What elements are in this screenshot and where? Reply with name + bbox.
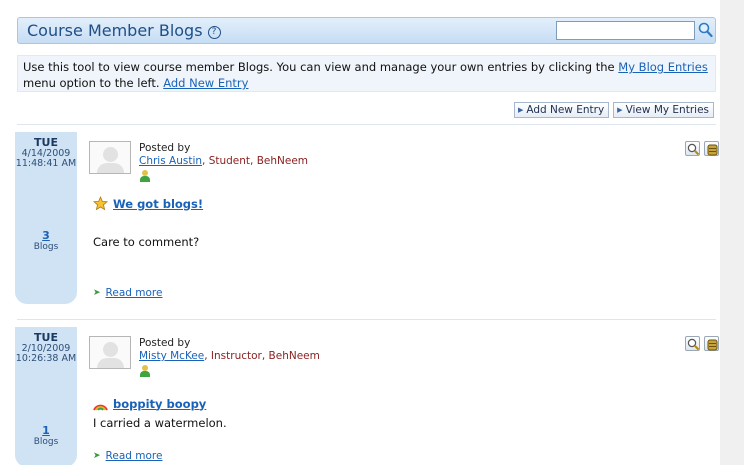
author-link[interactable]: Chris Austin — [139, 155, 202, 167]
blog-count-label: Blogs — [33, 242, 59, 252]
view-icon[interactable] — [685, 336, 700, 351]
entry-day: TUE — [34, 136, 58, 149]
author-link[interactable]: Misty McKee — [139, 350, 204, 362]
blog-entry: TUE 4/14/2009 11:48:41 AM 3 Blogs Posted… — [15, 132, 719, 304]
scrollbar[interactable] — [720, 0, 744, 465]
author-info: Misty McKee, Instructor, BehNeem — [139, 350, 320, 362]
arrow-right-icon: ➤ — [93, 451, 101, 461]
help-icon[interactable]: ? — [207, 26, 221, 39]
entry-title-link[interactable]: We got blogs! — [113, 197, 203, 211]
read-more-link[interactable]: Read more — [106, 287, 163, 299]
posted-by-label: Posted by — [139, 142, 191, 154]
page-header: Course Member Blogs? — [17, 17, 716, 44]
entry-time: 11:48:41 AM — [15, 158, 77, 169]
view-my-entries-button[interactable]: ▶ View My Entries — [613, 102, 714, 118]
intro-text: Use this tool to view course member Blog… — [17, 55, 716, 92]
add-new-entry-button[interactable]: ▶ Add New Entry — [513, 102, 610, 118]
add-new-entry-link[interactable]: Add New Entry — [163, 76, 248, 90]
user-icon — [140, 170, 150, 182]
avatar — [89, 336, 131, 369]
intro-text-part: Use this tool to view course member Blog… — [23, 60, 619, 74]
read-more-row: ➤ Read more — [93, 287, 162, 299]
avatar — [89, 141, 131, 174]
read-more-row: ➤ Read more — [93, 450, 162, 462]
entry-body: Care to comment? — [93, 235, 200, 249]
page-title: Course Member Blogs? — [27, 21, 221, 40]
entry-date-panel: TUE 2/10/2009 10:26:38 AM 1 Blogs — [15, 327, 77, 465]
page-title-text: Course Member Blogs — [27, 21, 203, 40]
read-more-link[interactable]: Read more — [106, 450, 163, 462]
my-blog-entries-link[interactable]: My Blog Entries — [618, 60, 708, 74]
entry-title-row: We got blogs! — [93, 196, 203, 211]
divider — [17, 124, 716, 125]
blog-entry: TUE 2/10/2009 10:26:38 AM 1 Blogs Posted… — [15, 327, 719, 465]
play-icon: ▶ — [617, 106, 623, 114]
intro-text-part: menu option to the left. — [23, 76, 164, 90]
search-icon[interactable] — [698, 22, 713, 38]
view-icon[interactable] — [685, 141, 700, 156]
star-icon — [93, 196, 108, 211]
divider — [17, 319, 716, 320]
entry-day: TUE — [34, 331, 58, 344]
blog-count-label: Blogs — [33, 437, 59, 447]
search-input[interactable] — [556, 21, 695, 40]
entry-body: I carried a watermelon. — [93, 416, 227, 430]
action-buttons: ▶ Add New Entry ▶ View My Entries — [513, 102, 714, 118]
blog-count-link[interactable]: 1 — [15, 424, 77, 437]
entry-time: 10:26:38 AM — [15, 353, 77, 364]
archive-icon[interactable] — [704, 336, 719, 351]
entry-date-panel: TUE 4/14/2009 11:48:41 AM 3 Blogs — [15, 132, 77, 304]
rainbow-icon — [93, 404, 108, 411]
author-info: Chris Austin, Student, BehNeem — [139, 155, 308, 167]
blog-count-link[interactable]: 3 — [15, 229, 77, 242]
play-icon: ▶ — [517, 106, 524, 114]
add-new-entry-label: Add New Entry — [526, 104, 605, 116]
view-my-entries-label: View My Entries — [625, 104, 709, 116]
entry-title-link[interactable]: boppity boopy — [113, 397, 206, 411]
entry-title-row: boppity boopy — [93, 396, 206, 411]
posted-by-label: Posted by — [139, 337, 191, 349]
author-role: , Instructor, BehNeem — [204, 350, 320, 362]
blogs-panel: Course Member Blogs? Use this tool to vi… — [12, 0, 719, 465]
archive-icon[interactable] — [704, 141, 719, 156]
arrow-right-icon: ➤ — [93, 288, 101, 298]
user-icon — [140, 365, 150, 377]
author-role: , Student, BehNeem — [202, 155, 309, 167]
